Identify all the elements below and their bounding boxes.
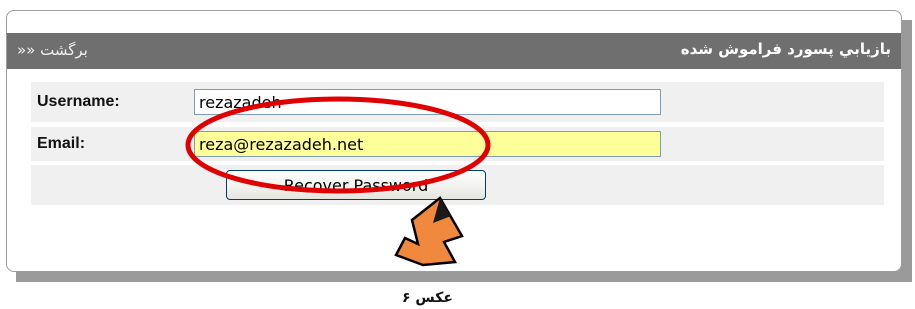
annotation-overlay: [185, 96, 491, 267]
figure-caption: عکس ۶: [402, 290, 453, 306]
hand-pointer-icon: [394, 196, 464, 267]
highlight-ellipse: [185, 96, 491, 194]
